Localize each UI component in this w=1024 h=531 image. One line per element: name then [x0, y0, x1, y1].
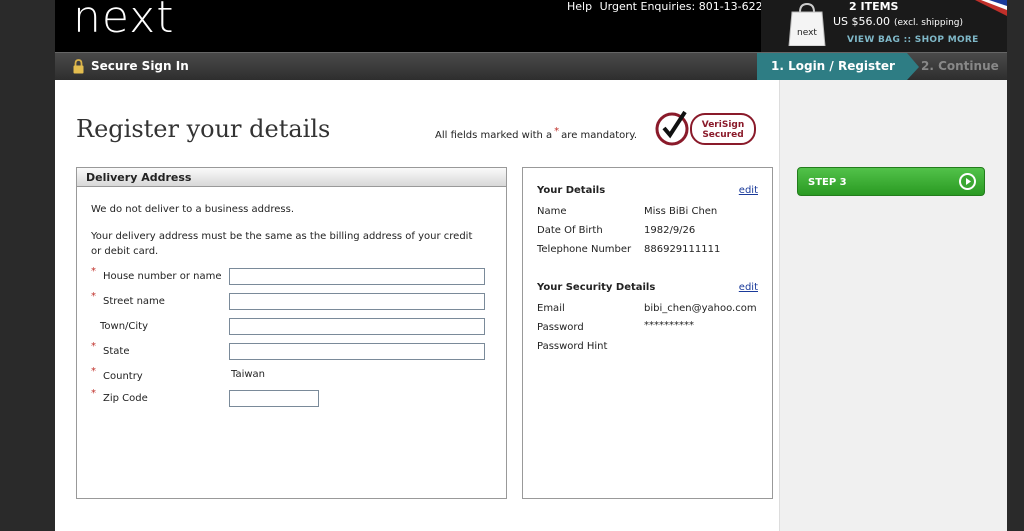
zip-input[interactable] — [229, 390, 319, 407]
step-login-register[interactable]: 1. Login / Register — [757, 53, 907, 80]
required-star: * — [91, 291, 96, 302]
mandatory-pre: All fields marked with a — [435, 130, 553, 141]
delivery-address-panel: Delivery Address We do not deliver to a … — [76, 167, 507, 499]
help-bar: Help Urgent Enquiries: 801-13-6221 — [567, 0, 774, 13]
your-details-heading: Your Details — [537, 185, 606, 196]
site-header: next Help Urgent Enquiries: 801-13-6221 … — [55, 0, 1007, 52]
name-label: Name — [537, 206, 567, 217]
bag-excl-shipping: (excl. shipping) — [894, 18, 964, 28]
required-star: * — [91, 366, 96, 377]
play-circle-icon — [959, 173, 976, 190]
lock-icon — [73, 59, 84, 74]
required-star: * — [91, 388, 96, 399]
shopping-bag-icon[interactable]: next — [787, 2, 827, 46]
billing-address-note: Your delivery address must be the same a… — [91, 231, 473, 257]
step-arrow — [907, 53, 919, 80]
state-label: State — [103, 346, 130, 357]
verisign-text-2: Secured — [702, 130, 743, 140]
bag-price: US $56.00 — [833, 15, 891, 28]
your-details-panel: Your Details edit Name Miss BiBi Chen Da… — [522, 167, 773, 499]
state-input[interactable] — [229, 343, 485, 360]
security-details-heading: Your Security Details — [537, 282, 656, 293]
dob-value: 1982/9/26 — [644, 225, 696, 236]
bag-item-count: 2 ITEMS — [849, 0, 899, 13]
right-column — [779, 80, 1007, 531]
town-label: Town/City — [100, 321, 149, 332]
step-continue[interactable]: 2. Continue — [921, 59, 999, 73]
mandatory-star: * — [554, 126, 560, 137]
email-value: bibi_chen@yahoo.com — [644, 303, 757, 314]
country-flag-icon[interactable] — [967, 0, 1007, 16]
business-address-note: We do not deliver to a business address. — [91, 204, 295, 215]
house-label: House number or name — [103, 271, 222, 282]
phone-value: 886929111111 — [644, 244, 721, 255]
page-frame: next Help Urgent Enquiries: 801-13-6221 … — [55, 0, 1007, 531]
country-label: Country — [103, 371, 143, 382]
mandatory-note: All fields marked with a * are mandatory. — [435, 126, 638, 141]
street-label: Street name — [103, 296, 165, 307]
urgent-enquiries: Urgent Enquiries: 801-13-6221 — [599, 0, 770, 13]
verisign-text-1: VeriSign — [702, 120, 745, 130]
help-link[interactable]: Help — [567, 0, 592, 13]
secure-sign-in-label: Secure Sign In — [91, 59, 189, 73]
street-input[interactable] — [229, 293, 485, 310]
email-label: Email — [537, 303, 565, 314]
required-star: * — [91, 266, 96, 277]
house-input[interactable] — [229, 268, 485, 285]
page-title: Register your details — [76, 115, 331, 143]
edit-details-link[interactable]: edit — [739, 185, 758, 196]
bag-total: US $56.00 (excl. shipping) — [833, 15, 963, 28]
phone-label: Telephone Number — [537, 244, 632, 255]
mandatory-post: are mandatory. — [561, 130, 638, 141]
step3-button[interactable]: STEP 3 — [797, 167, 985, 196]
view-bag-link[interactable]: VIEW BAG :: SHOP MORE — [847, 35, 979, 45]
edit-security-link[interactable]: edit — [739, 282, 758, 293]
name-value: Miss BiBi Chen — [644, 206, 718, 217]
password-label: Password — [537, 322, 584, 333]
verisign-secured-icon[interactable]: VeriSign Secured — [655, 102, 759, 152]
required-star: * — [91, 341, 96, 352]
checkout-nav-bar: Secure Sign In 1. Login / Register 2. Co… — [55, 52, 1007, 80]
password-hint-label: Password Hint — [537, 341, 608, 352]
shopping-bag-area: next 2 ITEMS US $56.00 (excl. shipping) V… — [761, 0, 1007, 52]
step3-label: STEP 3 — [808, 177, 847, 188]
town-input[interactable] — [229, 318, 485, 335]
password-value: ********** — [644, 320, 694, 331]
bag-brand: next — [797, 28, 817, 38]
dob-label: Date Of Birth — [537, 225, 603, 236]
zip-label: Zip Code — [103, 393, 148, 404]
country-value: Taiwan — [231, 369, 266, 380]
delivery-address-header: Delivery Address — [77, 168, 506, 187]
next-logo[interactable]: next — [73, 0, 174, 43]
